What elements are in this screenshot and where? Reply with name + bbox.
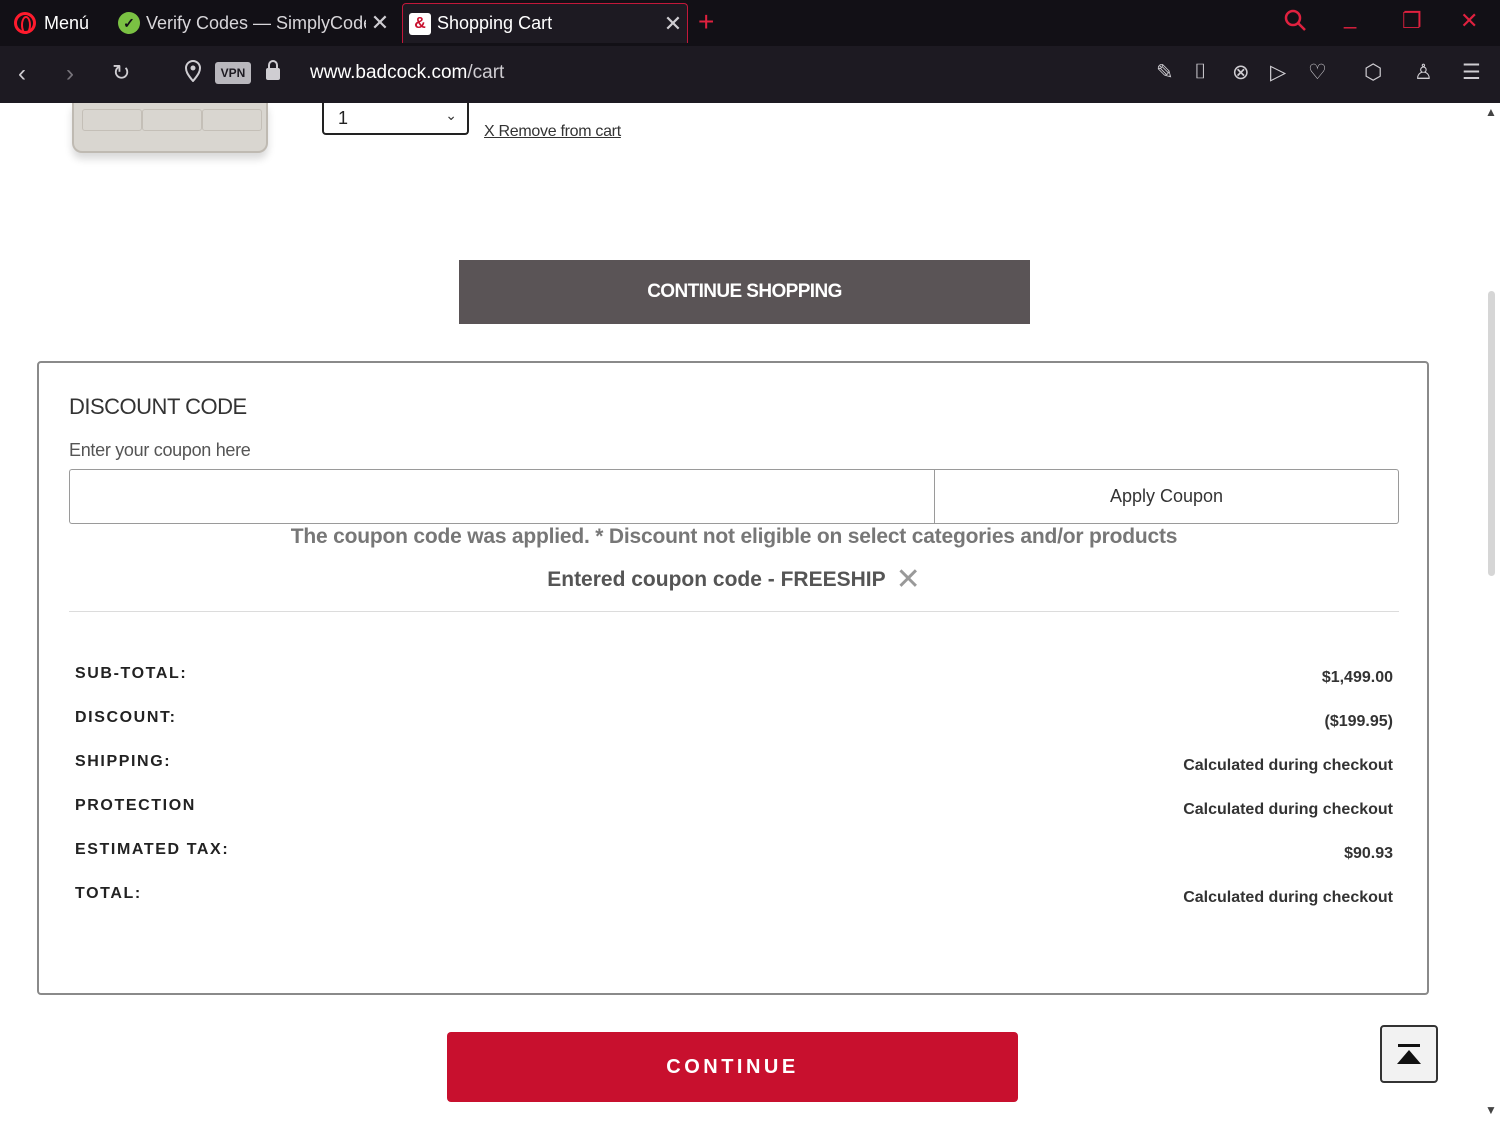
- lock-icon[interactable]: [266, 60, 280, 80]
- summary-value: Calculated during checkout: [1183, 889, 1393, 906]
- extensions-cube-icon[interactable]: ⬡: [1364, 60, 1382, 85]
- vpn-badge[interactable]: VPN: [215, 62, 251, 84]
- coupon-input[interactable]: [69, 469, 934, 524]
- summary-label: SUB-TOTAL:: [75, 665, 188, 682]
- continue-button[interactable]: CONTINUE: [447, 1032, 1018, 1102]
- close-window-icon[interactable]: ✕: [1460, 8, 1478, 34]
- close-tab-icon[interactable]: ✕: [366, 10, 394, 36]
- arrow-up-icon: [1397, 1050, 1421, 1064]
- summary-row-discount: DISCOUNT: ($199.95): [75, 709, 1393, 733]
- url-domain: www.badcock.com: [310, 62, 468, 83]
- discount-code-title: DISCOUNT CODE: [69, 394, 247, 419]
- sofa-seat: [82, 109, 142, 131]
- back-to-top-icon: [1398, 1044, 1420, 1047]
- location-pin-icon[interactable]: [183, 60, 203, 88]
- cart-page: 1 ⌄ X Remove from cart CONTINUE SHOPPING…: [0, 103, 1500, 1125]
- summary-value: $1,499.00: [1321, 669, 1393, 686]
- menu-label: Menú: [44, 12, 90, 33]
- summary-value: Calculated during checkout: [1183, 757, 1393, 774]
- tab-verify-codes[interactable]: ✓ Verify Codes — SimplyCodes ✕: [112, 3, 394, 43]
- summary-label: ESTIMATED TAX:: [75, 841, 230, 858]
- back-icon[interactable]: ‹: [18, 60, 26, 88]
- quantity-value: 1: [338, 107, 349, 128]
- browser-tab-bar: Menú ✓ Verify Codes — SimplyCodes ✕ & Sh…: [0, 0, 1500, 46]
- back-to-top-button[interactable]: [1380, 1025, 1438, 1083]
- summary-row-total: TOTAL: Calculated during checkout: [75, 885, 1393, 909]
- new-tab-plus-icon[interactable]: +: [698, 6, 714, 38]
- tab-title: Shopping Cart: [437, 13, 553, 33]
- chevron-down-icon: ⌄: [445, 107, 457, 123]
- scroll-down-icon[interactable]: ▼: [1485, 1103, 1497, 1117]
- send-icon[interactable]: ▷: [1270, 60, 1286, 85]
- camera-snapshot-icon[interactable]: ⌷: [1194, 60, 1207, 84]
- summary-label: DISCOUNT:: [75, 709, 177, 726]
- summary-row-subtotal: SUB-TOTAL: $1,499.00: [75, 665, 1393, 689]
- edit-share-icon[interactable]: ✎: [1156, 60, 1174, 85]
- summary-value: Calculated during checkout: [1183, 801, 1393, 818]
- quantity-select[interactable]: 1 ⌄: [322, 103, 469, 135]
- scroll-up-icon[interactable]: ▲: [1485, 105, 1497, 119]
- ad-block-icon[interactable]: ⊗: [1232, 60, 1250, 85]
- summary-label: PROTECTION: [75, 797, 196, 814]
- divider: [69, 611, 1399, 612]
- continue-shopping-button[interactable]: CONTINUE SHOPPING: [459, 260, 1030, 324]
- remove-coupon-close-icon[interactable]: ✕: [896, 565, 921, 595]
- summary-label: SHIPPING:: [75, 753, 172, 770]
- forward-icon[interactable]: ›: [66, 60, 74, 88]
- easy-setup-icon[interactable]: ☰: [1462, 60, 1481, 85]
- entered-coupon-text: Entered coupon code - FREESHIP: [547, 568, 886, 591]
- summary-row-protection: PROTECTION Calculated during checkout: [75, 797, 1393, 821]
- profile-icon[interactable]: ♙: [1414, 60, 1433, 85]
- close-tab-icon[interactable]: ✕: [659, 11, 687, 37]
- search-icon[interactable]: [1283, 8, 1307, 38]
- tab-shopping-cart[interactable]: & Shopping Cart ✕: [402, 3, 688, 43]
- browser-address-bar: ‹ › ↻ VPN www.badcock.com/cart ✎ ⌷ ⊗ ▷ ♡…: [0, 46, 1500, 103]
- opera-menu-button[interactable]: Menú: [14, 10, 89, 36]
- page-scrollbar[interactable]: ▲ ▼: [1482, 103, 1500, 1125]
- badcock-logo-icon: &: [409, 12, 431, 35]
- simplycodes-check-icon: ✓: [118, 12, 140, 34]
- summary-row-estimated-tax: ESTIMATED TAX: $90.93: [75, 841, 1393, 865]
- remove-from-cart-link[interactable]: X Remove from cart: [484, 123, 621, 141]
- opera-logo-icon: [14, 12, 36, 34]
- coupon-applied-message: The coupon code was applied. * Discount …: [290, 525, 1178, 548]
- heart-icon[interactable]: ♡: [1308, 60, 1327, 85]
- sofa-seat: [142, 109, 202, 131]
- coupon-input-label: Enter your coupon here: [69, 440, 251, 460]
- tab-title: Verify Codes — SimplyCodes: [146, 12, 366, 33]
- restore-icon[interactable]: ❐: [1402, 8, 1422, 34]
- summary-label: TOTAL:: [75, 885, 142, 902]
- sofa-seat: [202, 109, 262, 131]
- scrollbar-thumb[interactable]: [1488, 291, 1495, 576]
- product-image-sofa[interactable]: [72, 103, 268, 153]
- summary-row-shipping: SHIPPING: Calculated during checkout: [75, 753, 1393, 777]
- apply-coupon-button[interactable]: Apply Coupon: [934, 469, 1399, 524]
- reload-icon[interactable]: ↻: [112, 60, 130, 86]
- summary-value: $90.93: [1344, 845, 1393, 862]
- minimize-icon[interactable]: _: [1344, 4, 1356, 30]
- summary-value: ($199.95): [1324, 713, 1394, 730]
- entered-coupon-row: Entered coupon code - FREESHIP ✕: [39, 565, 1429, 595]
- discount-summary-panel: DISCOUNT CODE Enter your coupon here App…: [37, 361, 1429, 995]
- url-path: /cart: [467, 62, 505, 83]
- url-field[interactable]: www.badcock.com/cart: [310, 62, 504, 84]
